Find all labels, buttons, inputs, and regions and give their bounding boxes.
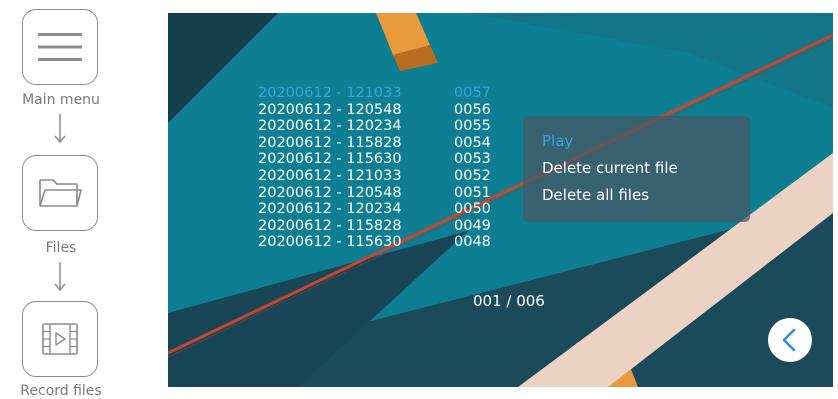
delete-all-files-menu-item[interactable]: Delete all files: [542, 186, 649, 204]
file-row[interactable]: 20200612 - 120548 0056: [258, 102, 518, 119]
main-menu-button[interactable]: [22, 9, 98, 85]
page-indicator: 001 / 006: [473, 292, 545, 310]
file-name: 20200612 - 121033: [258, 85, 402, 101]
files-button[interactable]: [22, 155, 98, 231]
file-list: 20200612 - 121033 0057 20200612 - 120548 0…: [258, 85, 518, 251]
left-navigation: Main menu Files Record files: [0, 0, 125, 399]
file-name: 20200612 - 115630: [258, 234, 402, 251]
file-name: 20200612 - 115828: [258, 134, 402, 151]
file-number: 0050: [454, 201, 491, 218]
file-row[interactable]: 20200612 - 115828 0049: [258, 218, 518, 235]
file-row[interactable]: 20200612 - 121033 0057: [258, 85, 518, 102]
record-files-button[interactable]: [22, 301, 98, 377]
file-row[interactable]: 20200612 - 115828 0054: [258, 135, 518, 152]
file-number: 0051: [454, 184, 491, 201]
file-name: 20200612 - 120548: [258, 101, 402, 118]
file-number: 0052: [454, 167, 491, 184]
device-screen: 20200612 - 121033 0057 20200612 - 120548 0…: [168, 13, 833, 387]
back-button[interactable]: [768, 318, 812, 362]
file-number: 0049: [454, 217, 491, 234]
file-number: 0056: [454, 101, 491, 118]
file-number: 0053: [454, 151, 491, 168]
context-menu: Play Delete current file Delete all file…: [523, 116, 750, 222]
file-row[interactable]: 20200612 - 120234 0055: [258, 118, 518, 135]
file-number: 0054: [454, 134, 491, 151]
folder-icon: [39, 179, 82, 207]
file-row[interactable]: 20200612 - 121033 0052: [258, 168, 518, 185]
file-name: 20200612 - 120234: [258, 201, 402, 218]
file-row[interactable]: 20200612 - 115630 0048: [258, 234, 518, 251]
delete-current-file-menu-item[interactable]: Delete current file: [542, 159, 678, 177]
file-name: 20200612 - 120234: [258, 118, 402, 135]
main-menu-label: Main menu: [22, 92, 100, 108]
record-files-label: Record files: [20, 383, 102, 399]
file-row[interactable]: 20200612 - 120234 0050: [258, 201, 518, 218]
file-row[interactable]: 20200612 - 120548 0051: [258, 185, 518, 202]
file-name: 20200612 - 115630: [258, 151, 402, 168]
video-file-icon: [42, 323, 78, 355]
file-number: 0048: [454, 234, 491, 251]
file-number: 0057: [454, 85, 491, 101]
file-name: 20200612 - 115828: [258, 217, 402, 234]
chevron-left-icon: [782, 328, 796, 352]
arrow-down-icon: [54, 262, 66, 292]
file-name: 20200612 - 121033: [258, 167, 402, 184]
file-name: 20200612 - 120548: [258, 184, 402, 201]
file-number: 0055: [454, 118, 491, 135]
files-label: Files: [45, 240, 77, 256]
hamburger-icon: [38, 33, 82, 61]
file-row[interactable]: 20200612 - 115630 0053: [258, 151, 518, 168]
play-menu-item[interactable]: Play: [542, 132, 573, 150]
arrow-down-icon: [54, 114, 66, 144]
